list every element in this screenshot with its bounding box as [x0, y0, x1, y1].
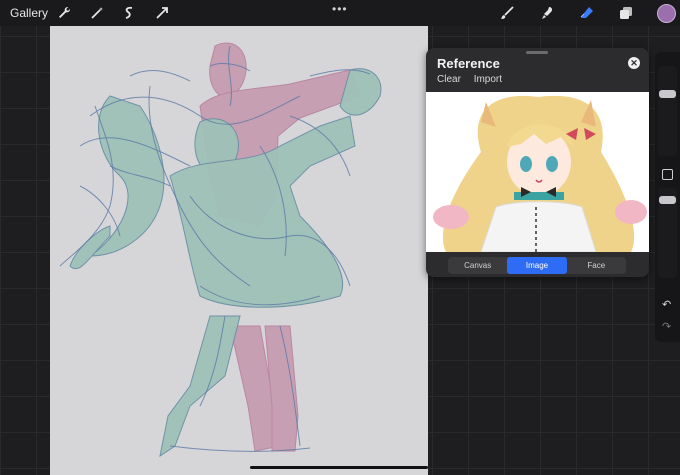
home-indicator: [250, 466, 428, 469]
eraser-icon[interactable]: [577, 3, 597, 23]
drawing-canvas[interactable]: [50, 26, 428, 475]
reference-actions: Clear Import: [437, 74, 512, 85]
right-sidebar: ↶ ↷: [655, 52, 680, 342]
color-picker-button[interactable]: [657, 4, 676, 23]
gallery-button[interactable]: Gallery: [10, 6, 48, 20]
opacity-slider[interactable]: [658, 188, 677, 278]
panel-drag-handle[interactable]: [526, 51, 548, 54]
reference-panel: Reference ✕ Clear Import Canvas Image Fa…: [426, 48, 649, 277]
modify-button[interactable]: [662, 169, 673, 180]
reference-illustration: [426, 92, 649, 252]
tab-canvas[interactable]: Canvas: [448, 257, 507, 274]
wrench-icon[interactable]: [54, 3, 74, 23]
transform-icon[interactable]: [152, 3, 172, 23]
magic-wand-icon[interactable]: [87, 3, 107, 23]
undo-icon[interactable]: ↶: [662, 298, 671, 311]
top-toolbar: Gallery •••: [0, 0, 680, 26]
smudge-icon[interactable]: [537, 3, 557, 23]
reference-title: Reference: [437, 56, 500, 71]
selection-icon[interactable]: [119, 3, 139, 23]
tab-image[interactable]: Image: [507, 257, 567, 274]
import-button[interactable]: Import: [474, 74, 502, 85]
brush-size-slider[interactable]: [658, 66, 677, 156]
brush-icon[interactable]: [497, 3, 517, 23]
brush-size-knob[interactable]: [659, 90, 676, 98]
opacity-knob[interactable]: [659, 196, 676, 204]
reference-mode-tabs: Canvas Image Face: [448, 257, 626, 274]
layers-icon[interactable]: [616, 3, 636, 23]
more-menu-icon[interactable]: •••: [332, 2, 348, 16]
clear-button[interactable]: Clear: [437, 74, 461, 85]
reference-image[interactable]: [426, 92, 649, 252]
redo-icon[interactable]: ↷: [662, 320, 671, 333]
sketch-artwork: [59, 42, 382, 458]
close-icon[interactable]: ✕: [628, 57, 640, 69]
tab-face[interactable]: Face: [567, 257, 626, 274]
